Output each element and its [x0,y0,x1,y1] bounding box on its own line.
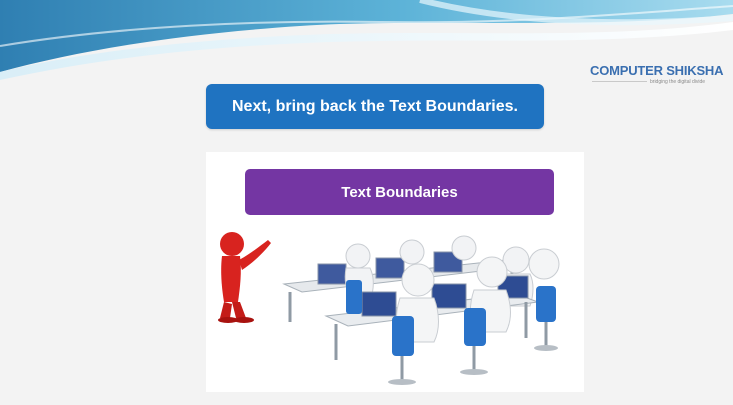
slide: COMPUTER SHIKSHA bridging the digital di… [0,0,733,405]
logo-tagline: bridging the digital divide [650,79,706,85]
instruction-banner: Next, bring back the Text Boundaries. [206,84,544,129]
text-boundaries-label: Text Boundaries [245,169,554,215]
computer-shiksha-logo: COMPUTER SHIKSHA bridging the digital di… [590,63,724,89]
presenter-figure [218,232,271,323]
logo-text: COMPUTER SHIKSHA [590,63,724,78]
classroom-presenter-icon [218,232,560,385]
logo-divider [592,81,647,82]
